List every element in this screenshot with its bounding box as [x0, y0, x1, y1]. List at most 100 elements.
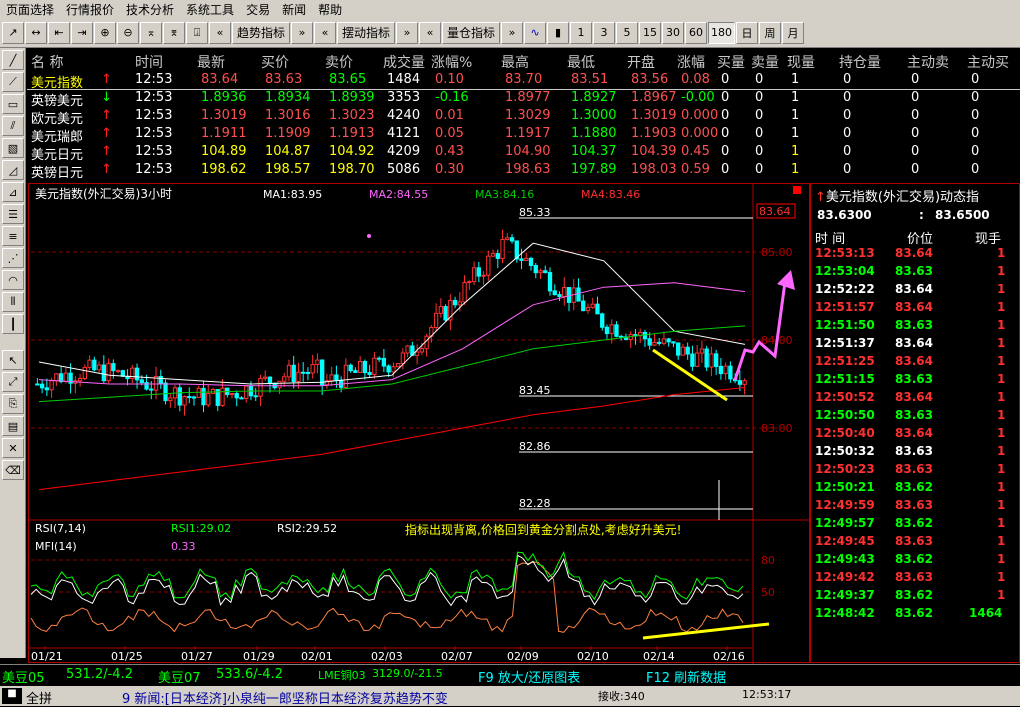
- prev-volume-icon[interactable]: «: [419, 21, 442, 44]
- tick-row[interactable]: 12:52:22 83.64 1: [811, 282, 1020, 300]
- tick-row[interactable]: 12:50:23 83.63 1: [811, 462, 1020, 480]
- news-ticker[interactable]: 9 新闻:[日本经济]小泉纯一郎坚称日本经济复苏趋势不变: [122, 688, 448, 707]
- quote-header-1[interactable]: 时间: [135, 52, 163, 72]
- menu-item-1[interactable]: 行情报价: [60, 1, 120, 18]
- quote-header-6[interactable]: 涨幅%: [431, 52, 472, 72]
- tick-row[interactable]: 12:50:50 83.63 1: [811, 408, 1020, 426]
- chart-up-icon[interactable]: ⌅: [140, 21, 162, 44]
- line-tool-icon[interactable]: ╱: [2, 50, 24, 70]
- tick-row[interactable]: 12:49:42 83.63 1: [811, 570, 1020, 588]
- tick-row[interactable]: 12:50:52 83.64 1: [811, 390, 1020, 408]
- quote-header-4[interactable]: 卖价: [325, 52, 353, 72]
- quote-header-8[interactable]: 最低: [567, 52, 595, 72]
- menu-item-4[interactable]: 交易: [240, 1, 276, 18]
- forward-icon[interactable]: ⇥: [71, 21, 93, 44]
- level-tool-icon[interactable]: ≡: [2, 226, 24, 246]
- quote-header-16[interactable]: 主动买: [967, 52, 1009, 72]
- menu-item-6[interactable]: 帮助: [312, 1, 348, 18]
- chart-down-icon[interactable]: ⌆: [163, 21, 185, 44]
- tick-row[interactable]: 12:50:40 83.64 1: [811, 426, 1020, 444]
- crosshair-icon[interactable]: ↗: [2, 21, 24, 44]
- next-volume-icon[interactable]: »: [501, 21, 524, 44]
- period-button-2[interactable]: 5: [616, 21, 639, 44]
- delete-all-icon[interactable]: ⌫: [2, 460, 24, 480]
- delete-icon[interactable]: ✕: [2, 438, 24, 458]
- quote-header-5[interactable]: 成交量: [383, 52, 425, 72]
- quote-row[interactable]: 欧元美元 ↑ 12:53 1.3019 1.3016 1.3023 4240 0.01 1.30…: [27, 108, 1020, 127]
- quote-header-14[interactable]: 持仓量: [839, 52, 881, 72]
- quote-header-11[interactable]: 买量: [717, 52, 745, 72]
- back-icon[interactable]: ⇤: [48, 21, 70, 44]
- zoom-out-icon[interactable]: ⊖: [117, 21, 139, 44]
- next-swing-icon[interactable]: »: [396, 21, 419, 44]
- tick-row[interactable]: 12:49:57 83.62 1: [811, 516, 1020, 534]
- zoom-in-icon[interactable]: ⊕: [94, 21, 116, 44]
- fib-retrace-icon[interactable]: ☰: [2, 204, 24, 224]
- quote-row[interactable]: 英镑日元 ↑ 12:53 198.62 198.57 198.70 5086 0.30 198.…: [27, 162, 1020, 181]
- quote-row[interactable]: 美元日元 ↑ 12:53 104.89 104.87 104.92 4209 0.43 104.…: [27, 144, 1020, 163]
- cycle-tool-icon[interactable]: ⦀: [2, 292, 24, 312]
- speed-line-icon[interactable]: ⋰: [2, 248, 24, 268]
- tick-row[interactable]: 12:49:45 83.63 1: [811, 534, 1020, 552]
- tick-row[interactable]: 12:49:37 83.62 1: [811, 588, 1020, 606]
- chart-fit-icon[interactable]: ⍗: [186, 21, 208, 44]
- fib-fan-icon[interactable]: ⊿: [2, 182, 24, 202]
- main-chart[interactable]: 85.00 84.00 83.00 美元指数(外汇交易)3小时 MA1:83.95 MA2…: [28, 183, 811, 664]
- period-button-8[interactable]: 周: [759, 21, 782, 44]
- tick-row[interactable]: 12:53:13 83.64 1: [811, 246, 1020, 264]
- menu-item-0[interactable]: 页面选择: [0, 1, 60, 18]
- quote-header-2[interactable]: 最新: [197, 52, 225, 72]
- quote-row[interactable]: 美元瑞郎 ↑ 12:53 1.1911 1.1909 1.1913 4121 0.05 1.19…: [27, 126, 1020, 145]
- ray-tool-icon[interactable]: ⟋: [2, 72, 24, 92]
- tick-row[interactable]: 12:51:50 83.63 1: [811, 318, 1020, 336]
- tick-row[interactable]: 12:48:42 83.62 1464: [811, 606, 1020, 624]
- move-cursor-icon[interactable]: ⤢: [2, 372, 24, 392]
- vertical-line-icon[interactable]: ┃: [2, 314, 24, 334]
- menu-item-2[interactable]: 技术分析: [120, 1, 180, 18]
- period-button-0[interactable]: 1: [570, 21, 593, 44]
- quote-header-13[interactable]: 现量: [787, 52, 815, 72]
- line-chart-icon[interactable]: ∿: [524, 21, 547, 44]
- chart-canvas[interactable]: 85.0084.0083.00美元指数(外汇交易)3小时 MA1:83.95 MA2…: [29, 184, 811, 664]
- copy-icon[interactable]: ⎘: [2, 394, 24, 414]
- prev-trend-icon[interactable]: «: [209, 21, 231, 44]
- menu-item-5[interactable]: 新闻: [276, 1, 312, 18]
- input-method-label[interactable]: 全拼: [26, 688, 52, 707]
- volume-indicator-button[interactable]: 量仓指标: [442, 21, 501, 44]
- quote-header-3[interactable]: 买价: [261, 52, 289, 72]
- tick-row[interactable]: 12:51:25 83.64 1: [811, 354, 1020, 372]
- menu-item-3[interactable]: 系统工具: [180, 1, 240, 18]
- channel-tool-icon[interactable]: ▧: [2, 138, 24, 158]
- rect-tool-icon[interactable]: ▭: [2, 94, 24, 114]
- tick-row[interactable]: 12:50:32 83.63 1: [811, 444, 1020, 462]
- trend-indicator-button[interactable]: 趋势指标: [232, 21, 291, 44]
- period-button-6[interactable]: 180: [708, 21, 736, 44]
- quote-header-12[interactable]: 卖量: [751, 52, 779, 72]
- gann-tool-icon[interactable]: ◿: [2, 160, 24, 180]
- quote-row[interactable]: 英镑美元 ↓ 12:53 1.8936 1.8934 1.8939 3353 -0.16 1.8…: [27, 90, 1020, 109]
- f12-hint[interactable]: F12 刷新数据: [646, 667, 726, 686]
- next-trend-icon[interactable]: »: [291, 21, 314, 44]
- tick-row[interactable]: 12:51:37 83.64 1: [811, 336, 1020, 354]
- period-button-3[interactable]: 15: [639, 21, 662, 44]
- quote-header-0[interactable]: 名 称: [31, 52, 63, 72]
- period-button-7[interactable]: 日: [736, 21, 759, 44]
- swing-indicator-button[interactable]: 摆动指标: [337, 21, 396, 44]
- tick-row[interactable]: 12:51:15 83.63 1: [811, 372, 1020, 390]
- ticker-label[interactable]: LME铜03: [318, 667, 366, 683]
- period-button-4[interactable]: 30: [662, 21, 685, 44]
- ticker-label[interactable]: 美豆05: [2, 667, 45, 686]
- tick-row[interactable]: 12:50:21 83.62 1: [811, 480, 1020, 498]
- candle-chart-icon[interactable]: ▮: [547, 21, 570, 44]
- select-cursor-icon[interactable]: ↖: [2, 350, 24, 370]
- period-button-9[interactable]: 月: [782, 21, 805, 44]
- quote-header-7[interactable]: 最高: [501, 52, 529, 72]
- tick-row[interactable]: 12:49:43 83.62 1: [811, 552, 1020, 570]
- input-mode-icon[interactable]: ■: [2, 688, 22, 704]
- arc-tool-icon[interactable]: ◠: [2, 270, 24, 290]
- quote-header-15[interactable]: 主动卖: [907, 52, 949, 72]
- parallel-tool-icon[interactable]: ⫽: [2, 116, 24, 136]
- period-button-5[interactable]: 60: [685, 21, 708, 44]
- quote-header-9[interactable]: 开盘: [627, 52, 655, 72]
- tick-row[interactable]: 12:53:04 83.63 1: [811, 264, 1020, 282]
